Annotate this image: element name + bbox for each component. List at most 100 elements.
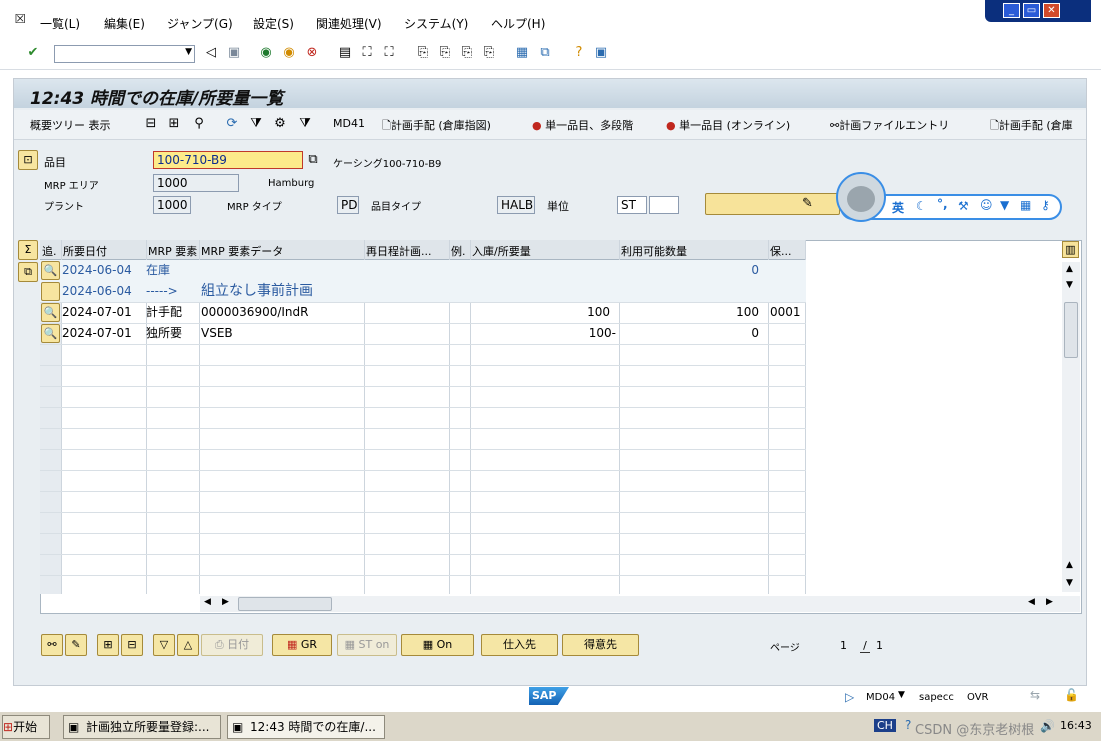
next-page-icon[interactable]: ⎘ [459, 45, 475, 61]
col-header-mrp-element[interactable]: MRP 要素 [148, 243, 198, 259]
gr-button[interactable]: ▦ GR [272, 634, 332, 656]
restore-button[interactable]: ▭ [1023, 3, 1040, 18]
column-config-icon[interactable]: ▥ [1062, 241, 1079, 258]
vertical-scrollbar[interactable]: ▲ ▼ ▲ ▼ [1062, 262, 1080, 592]
status-expand-icon[interactable]: ▷ [845, 690, 854, 704]
row-select-button[interactable] [41, 282, 60, 301]
task-button-1[interactable]: ▣ 計画独立所要量登録:... [63, 715, 221, 739]
menu-jump[interactable]: ジャンプ(G) [167, 15, 233, 32]
filter-off-icon[interactable]: ⧩ [297, 116, 313, 132]
collapse-tree-button[interactable]: ⊟ [121, 634, 143, 656]
planned-order-2-button[interactable]: 🗋計画手配 (倉庫 [990, 117, 1086, 136]
status-dropdown-icon[interactable]: ▼ [898, 690, 905, 700]
menu-edit[interactable]: 編集(E) [104, 15, 145, 32]
scroll-down-page-icon[interactable]: ▼ [1066, 280, 1073, 290]
settings-icon[interactable]: ⚙ [272, 116, 288, 132]
col-header-reschedule[interactable]: 再日程計画... [366, 243, 448, 259]
vendor-button[interactable]: 仕入先 [481, 634, 558, 656]
on-button[interactable]: ▦ On [401, 634, 474, 656]
menu-related[interactable]: 関連処理(V) [316, 15, 382, 32]
save-icon[interactable]: ▣ [226, 45, 242, 61]
header-toggle-button[interactable]: ⊡ [18, 150, 38, 170]
col-header-available[interactable]: 利用可能数量 [621, 243, 687, 259]
planned-order-warehouse-button[interactable]: 🗋計画手配 (倉庫指図) [382, 117, 491, 136]
scroll-left-icon[interactable]: ◀ [204, 597, 211, 607]
chevron-down-icon[interactable]: ▼ [185, 47, 192, 57]
person-icon[interactable]: ⚲ [191, 116, 207, 132]
edit-button[interactable]: ✎ [705, 193, 840, 215]
shortcut-icon[interactable]: ⧉ [537, 45, 553, 61]
cancel-icon[interactable]: ⊗ [304, 45, 320, 61]
customer-button[interactable]: 得意先 [562, 634, 639, 656]
expand-tree-button[interactable]: ⊞ [97, 634, 119, 656]
single-multi-level-button[interactable]: ● 単一品目、多段階 [532, 117, 633, 133]
pencil-button[interactable]: ✎ [65, 634, 87, 656]
sort-down-button[interactable]: ▽ [153, 634, 175, 656]
col-header-add[interactable]: 追. [42, 243, 57, 259]
col-header-mrp-data[interactable]: MRP 要素データ [201, 243, 283, 259]
help-tray-icon[interactable]: ? [905, 718, 911, 732]
material-field[interactable]: 100-710-B9 [153, 151, 303, 169]
exit-icon[interactable]: ◉ [281, 45, 297, 61]
col-header-exception[interactable]: 例. [451, 243, 470, 259]
shirt-icon[interactable]: ▼ [1000, 198, 1009, 212]
table-row[interactable]: 🔍 2024-07-01 独所要 VSEB 100- 0 [40, 323, 806, 344]
layout-button[interactable]: ⧉ [18, 262, 38, 282]
collapse-icon[interactable]: ⊟ [143, 116, 159, 132]
table-row[interactable]: 🔍 2024-06-04 在庫 0 [40, 260, 806, 281]
find-next-icon[interactable]: ⛶ [381, 45, 397, 61]
tree-toggle-button[interactable]: 概要ツリー 表示 [30, 117, 111, 133]
new-session-icon[interactable]: ▦ [514, 45, 530, 61]
triangle-left-icon[interactable]: ◁ [203, 45, 219, 61]
table-row[interactable]: 🔍 2024-07-01 計手配 0000036900/IndR 100 100… [40, 302, 806, 323]
scroll-down-icon[interactable]: ▼ [1066, 578, 1073, 588]
back-icon[interactable]: ◉ [258, 45, 274, 61]
menu-system[interactable]: システム(Y) [404, 15, 468, 32]
moon-icon[interactable]: ☾ [916, 199, 927, 213]
copy-icon[interactable]: ⧉ [305, 152, 321, 168]
date-button[interactable]: ⎙ 日付 [201, 634, 263, 656]
menu-help[interactable]: ヘルプ(H) [491, 15, 545, 32]
volume-icon[interactable]: 🔊 [1040, 719, 1055, 733]
grid-icon[interactable]: ▦ [1020, 198, 1031, 212]
command-field[interactable]: ▼ [54, 45, 195, 63]
planning-file-button[interactable]: ⚯計画ファイルエントリ [830, 117, 949, 133]
scroll-h-thumb[interactable] [238, 597, 332, 611]
wrench-icon[interactable]: ⚒ [958, 199, 969, 213]
find-icon[interactable]: ⛶ [359, 45, 375, 61]
punctuation-icon[interactable]: °, [937, 197, 948, 211]
scroll-right-page-icon[interactable]: ▶ [222, 597, 229, 607]
sort-up-button[interactable]: △ [177, 634, 199, 656]
filter-icon[interactable]: ⧩ [248, 116, 264, 132]
task-button-2[interactable]: ▣ 12:43 時間での在庫/... [227, 715, 385, 739]
last-page-icon[interactable]: ⎘ [481, 45, 497, 61]
ime-language[interactable]: 英 [892, 199, 904, 216]
details-magnifier-icon[interactable]: 🔍 [41, 324, 60, 343]
help-icon[interactable]: ? [571, 45, 587, 61]
scroll-up-icon[interactable]: ▲ [1066, 264, 1073, 274]
scroll-right-icon[interactable]: ▶ [1046, 597, 1053, 607]
emoji-icon[interactable]: ☺ [980, 198, 993, 212]
col-header-date[interactable]: 所要日付 [63, 243, 107, 259]
st-on-button[interactable]: ▦ ST on [337, 634, 397, 656]
refresh-icon[interactable]: ⟳ [224, 116, 240, 132]
glasses-button[interactable]: ⚯ [41, 634, 63, 656]
scroll-thumb[interactable] [1064, 302, 1078, 358]
previous-page-icon[interactable]: ⎘ [437, 45, 453, 61]
menu-list[interactable]: 一覧(L) [40, 15, 80, 32]
lock-icon[interactable]: ⚷ [1041, 198, 1050, 212]
menu-settings[interactable]: 設定(S) [253, 15, 294, 32]
minimize-button[interactable]: _ [1003, 3, 1020, 18]
layout-menu-icon[interactable]: ▣ [593, 45, 609, 61]
start-button[interactable]: ⊞开始 [2, 715, 50, 739]
scroll-up-page-icon[interactable]: ▲ [1066, 560, 1073, 570]
horizontal-scrollbar[interactable]: ◀ ▶ ◀ ▶ [200, 596, 1080, 612]
expand-icon[interactable]: ⊞ [166, 116, 182, 132]
details-magnifier-icon[interactable]: 🔍 [41, 303, 60, 322]
first-page-icon[interactable]: ⎘ [415, 45, 431, 61]
details-magnifier-icon[interactable]: 🔍 [41, 261, 60, 280]
enter-check-icon[interactable]: ✔ [25, 45, 41, 61]
print-icon[interactable]: ▤ [337, 45, 353, 61]
single-online-button[interactable]: ● 単一品目 (オンライン) [666, 117, 790, 133]
col-header-receipt[interactable]: 入庫/所要量 [472, 243, 531, 259]
